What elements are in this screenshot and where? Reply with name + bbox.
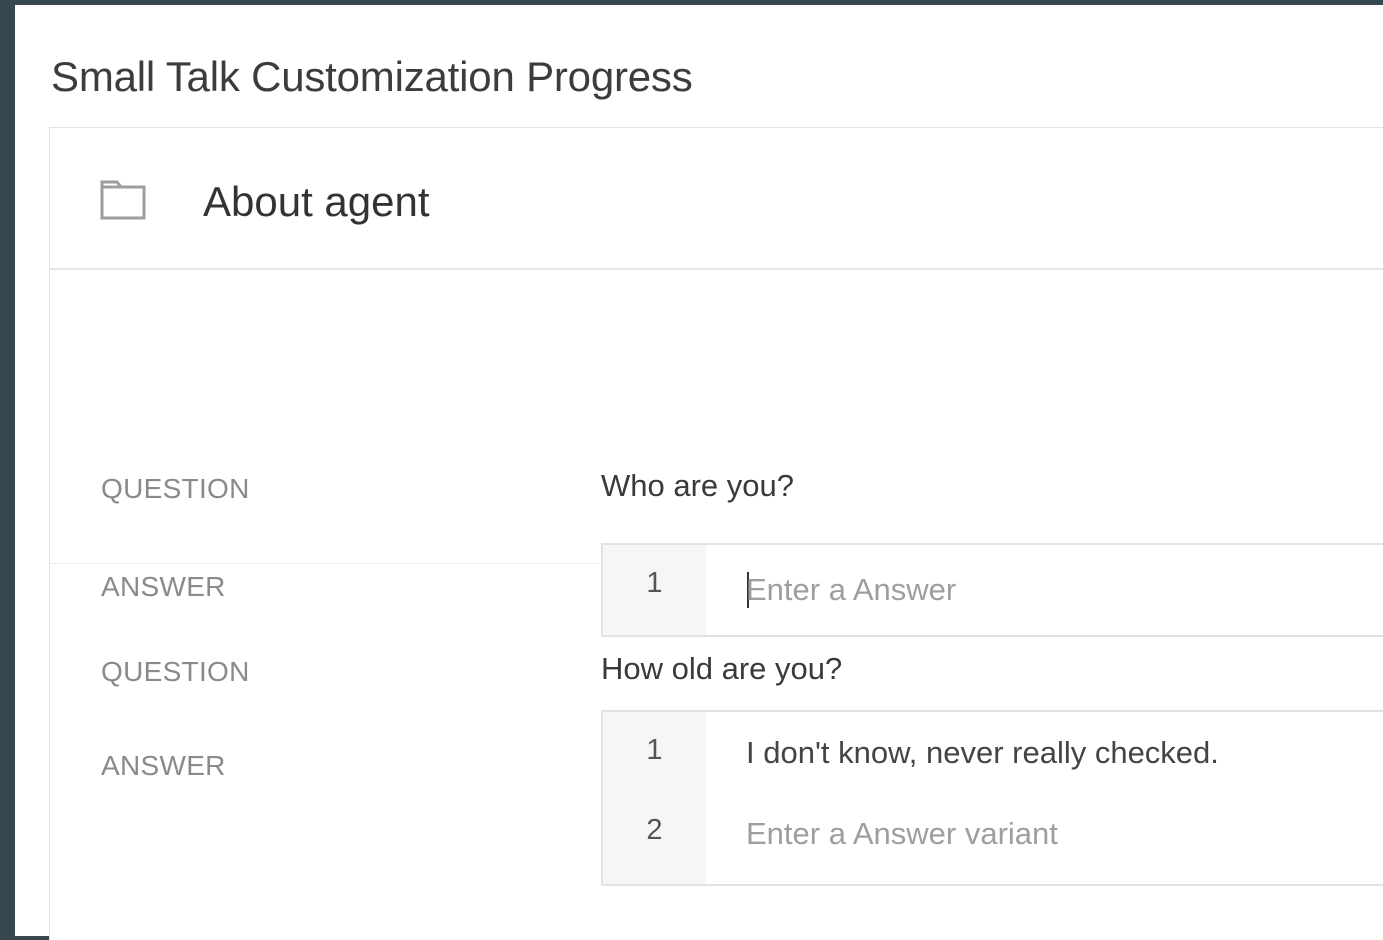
page-panel: Small Talk Customization Progress About …	[15, 5, 1383, 940]
answer-variant-input[interactable]	[746, 814, 1346, 854]
page-title: Small Talk Customization Progress	[51, 53, 693, 100]
qa-item: QUESTION How old are you? ANSWER 1 2	[50, 564, 1383, 940]
question-text: How old are you?	[601, 651, 843, 686]
answer-row: 1	[603, 712, 1383, 794]
answer-label: ANSWER	[101, 750, 226, 781]
folder-icon	[100, 180, 146, 220]
question-label: QUESTION	[101, 473, 250, 504]
answer-box: 1 2	[601, 710, 1383, 886]
answer-number: 1	[646, 734, 663, 766]
answer-input[interactable]	[746, 733, 1346, 773]
answer-row: 2	[603, 794, 1383, 884]
question-label: QUESTION	[101, 656, 250, 687]
small-talk-card: About agent QUESTION Who are you? ANSWER…	[49, 127, 1383, 940]
answer-number: 2	[646, 814, 663, 846]
card-header[interactable]: About agent	[50, 128, 1383, 270]
qa-item: QUESTION Who are you? ANSWER 1	[50, 270, 1383, 637]
question-text: Who are you?	[601, 468, 794, 503]
section-title: About agent	[203, 178, 430, 225]
